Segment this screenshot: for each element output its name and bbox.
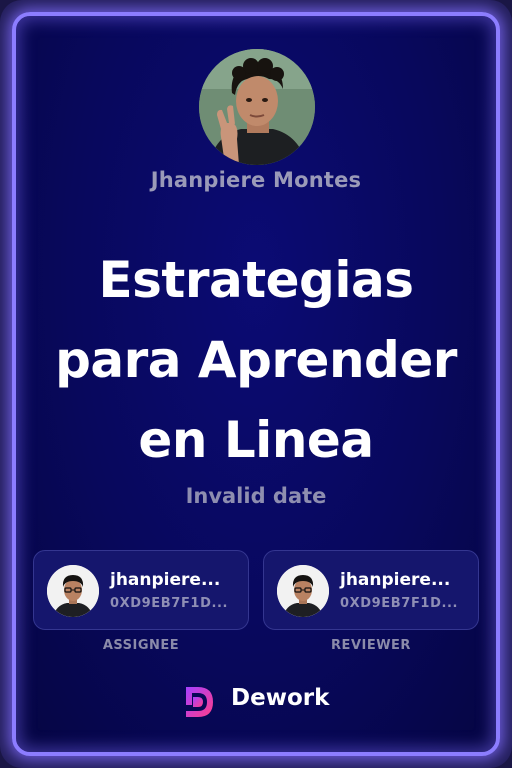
reviewer-card[interactable]: jhanpiere... 0XD9EB7F1D... [263,550,479,630]
author-name: Jhanpiere Montes [150,168,362,192]
dework-logo-svg [186,687,213,717]
reviewer-role-label: REVIEWER [331,638,411,653]
assignee-role-label: ASSIGNEE [102,638,180,653]
assignee-avatar [47,565,99,617]
assignee-avatar-icon [47,565,99,617]
task-title: Estrategias para Aprender en Linea [55,251,457,469]
dework-logo-icon [180,683,218,721]
author-photo [199,49,315,165]
reviewer-avatar [277,565,329,617]
assignee-card[interactable]: jhanpiere... 0XD9EB7F1D... [33,550,249,630]
reviewer-avatar-icon [277,565,329,617]
reviewer-address: 0XD9EB7F1D... [340,596,459,611]
brand-name: Dework [231,685,330,711]
task-card-frame: Jhanpiere Montes Estrategias para Aprend… [0,0,512,768]
author-avatar [199,49,315,165]
assignee-name: jhanpiere... [110,570,221,590]
reviewer-name: jhanpiere... [340,570,451,590]
assignee-address: 0XD9EB7F1D... [110,596,229,611]
task-date: Invalid date [185,484,327,508]
